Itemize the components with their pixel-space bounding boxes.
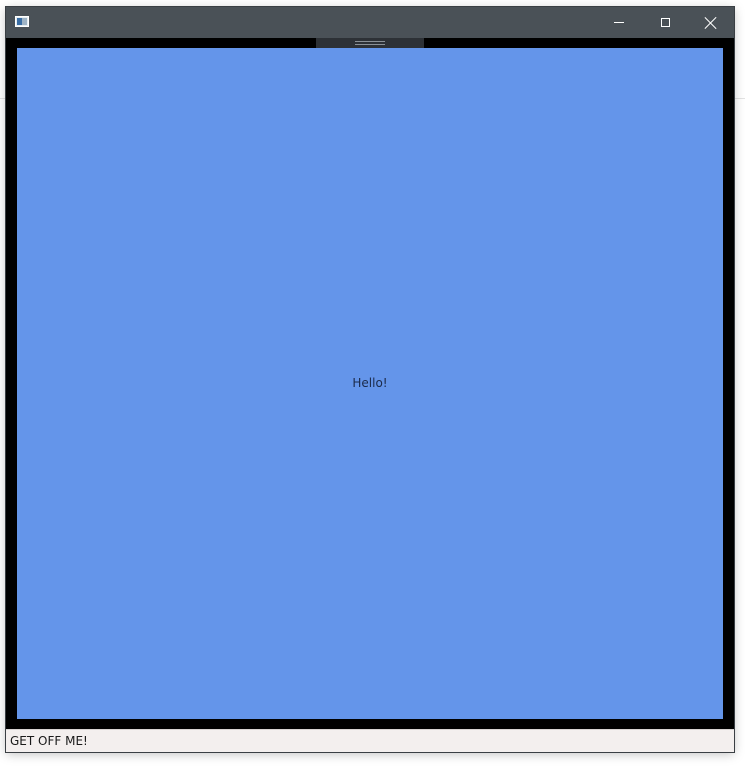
app-window-icon[interactable] xyxy=(15,16,29,27)
grip-line-icon xyxy=(355,44,385,45)
grip-line-icon xyxy=(355,41,385,42)
drag-handle[interactable] xyxy=(316,38,424,48)
status-text: GET OFF ME! xyxy=(10,734,88,748)
content-panel[interactable]: Hello! xyxy=(17,48,723,719)
close-icon xyxy=(705,17,717,29)
minimize-icon xyxy=(614,22,624,23)
app-window: Hello! GET OFF ME! xyxy=(6,7,734,752)
status-bar: GET OFF ME! xyxy=(6,729,734,752)
minimize-button[interactable] xyxy=(596,7,642,38)
maximize-icon xyxy=(660,18,670,27)
title-bar[interactable] xyxy=(6,7,734,38)
greeting-text: Hello! xyxy=(352,375,388,390)
maximize-button[interactable] xyxy=(642,7,688,38)
close-button[interactable] xyxy=(688,7,734,38)
